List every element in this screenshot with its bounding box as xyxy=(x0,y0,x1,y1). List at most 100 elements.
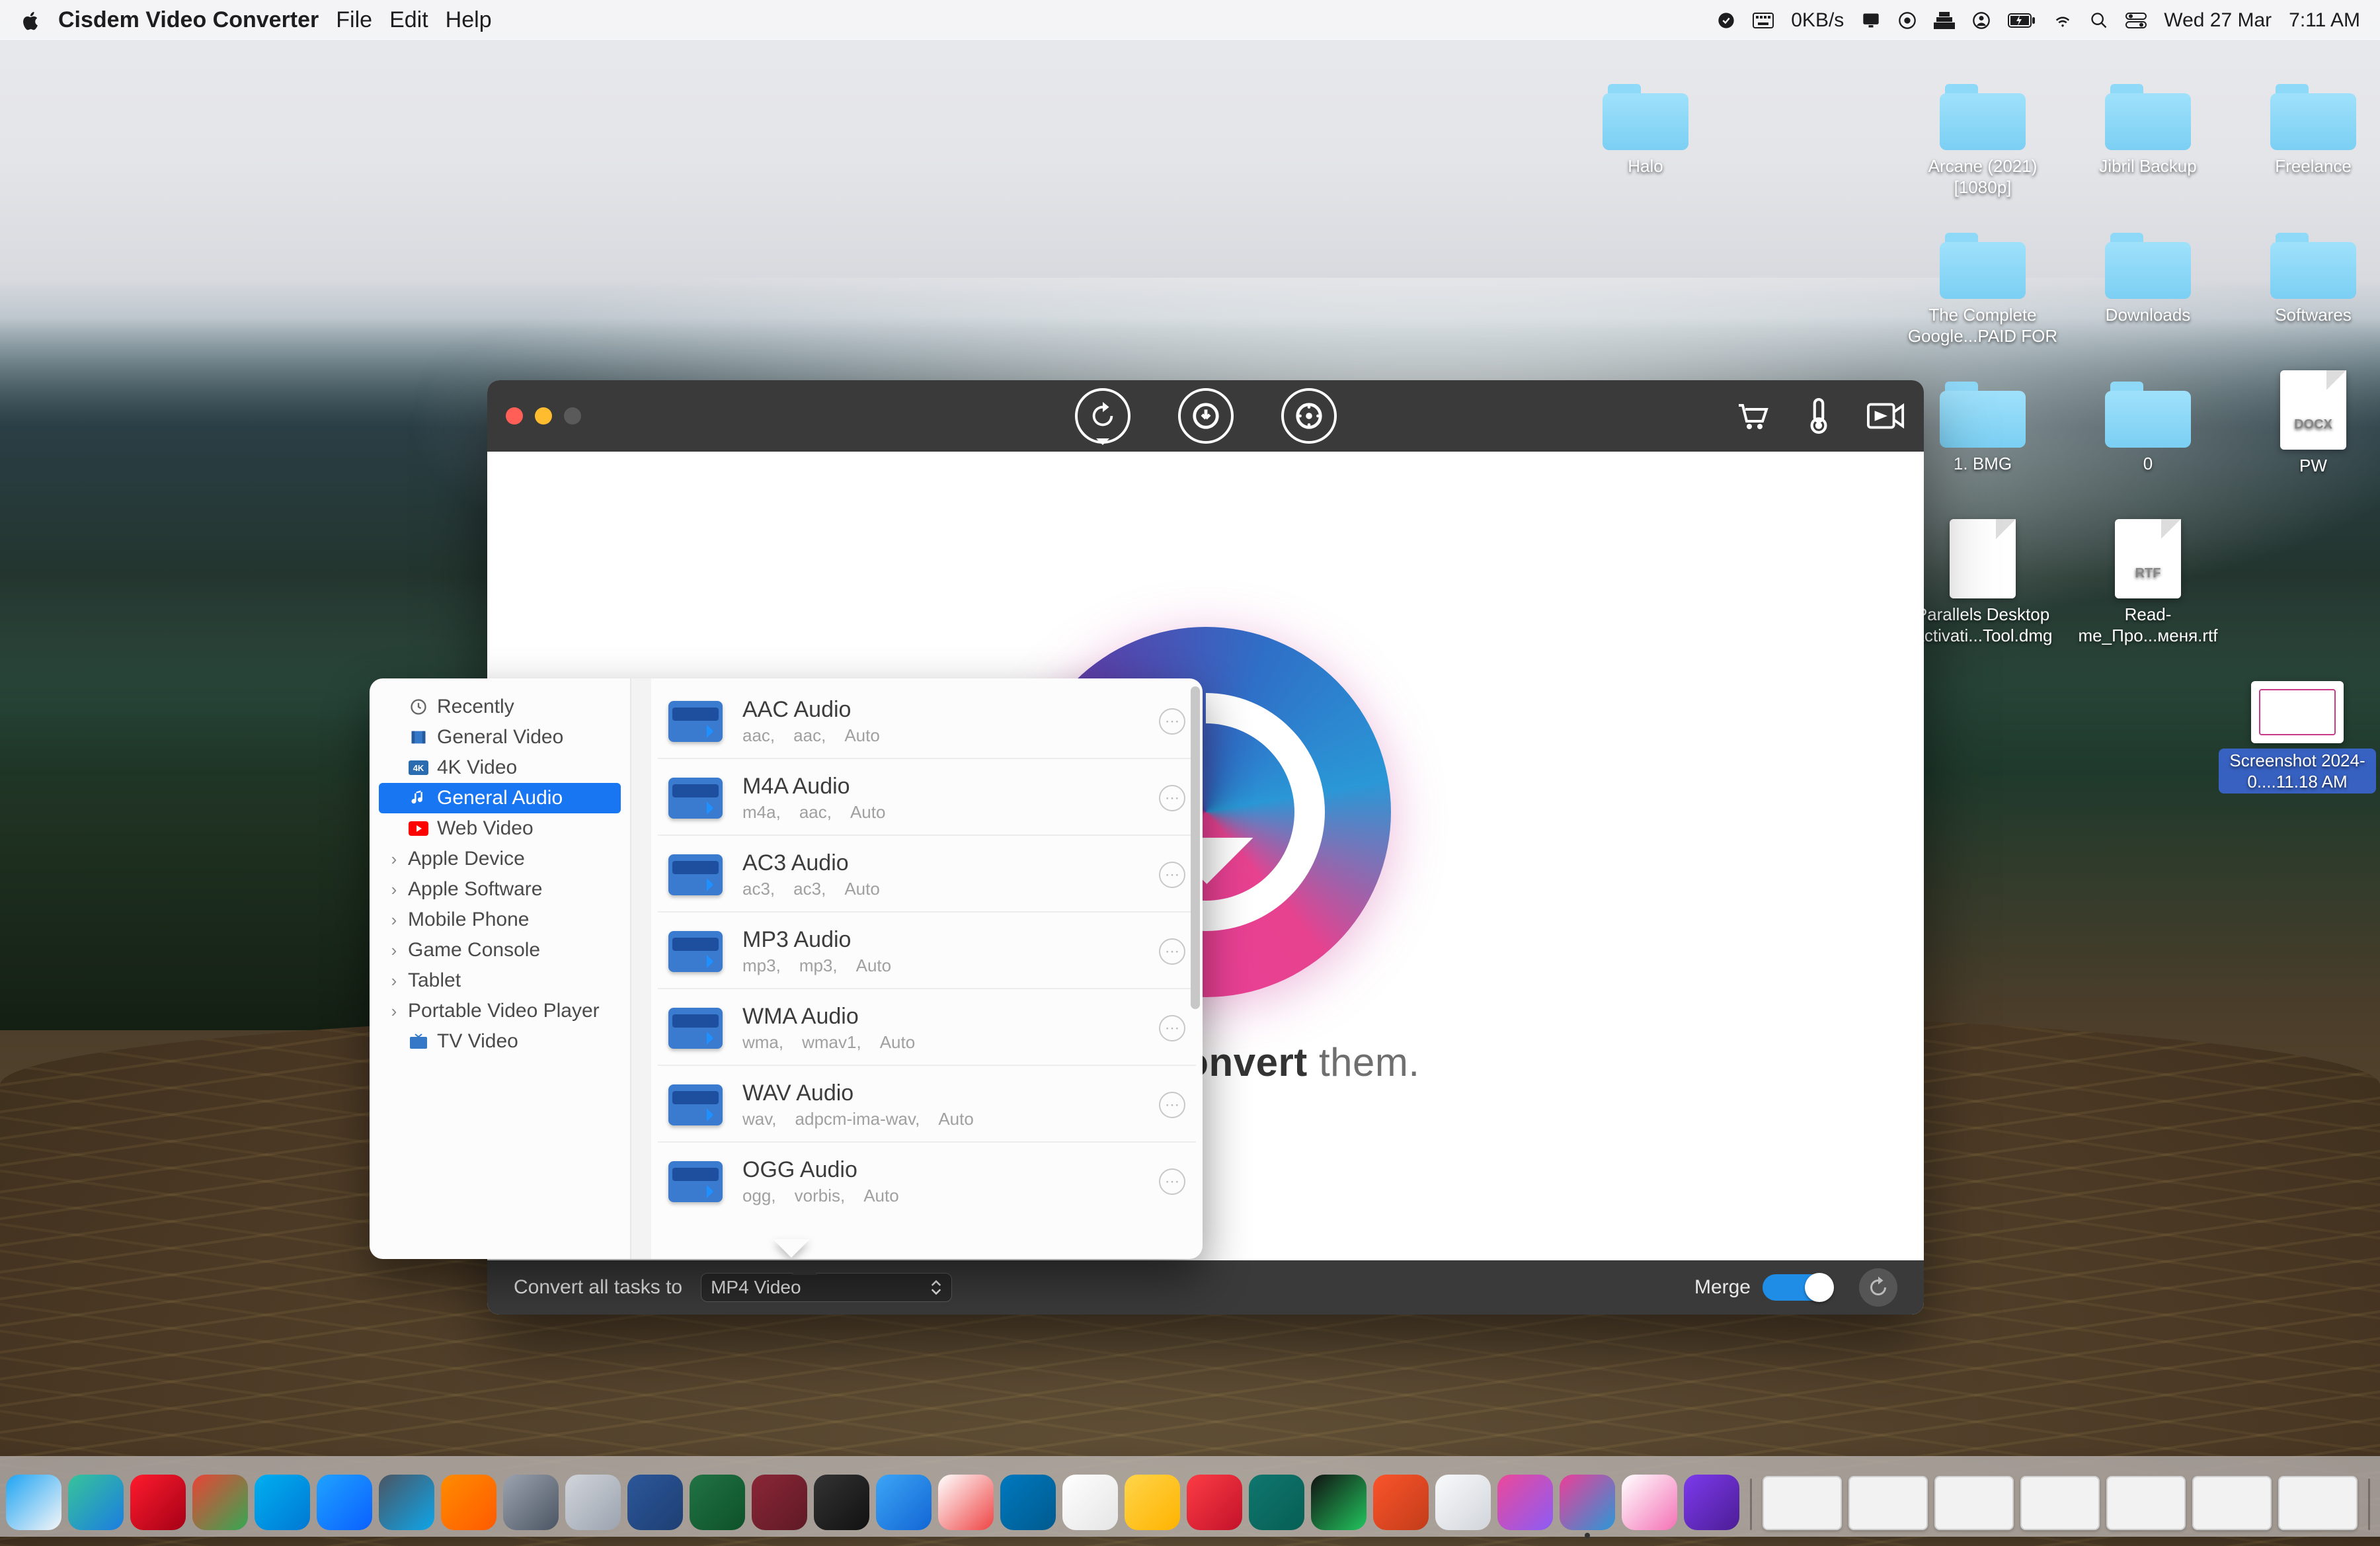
menubar-user-icon[interactable] xyxy=(1972,11,1991,30)
menubar-storage-icon[interactable] xyxy=(1934,12,1955,29)
menubar-keyboard-icon[interactable] xyxy=(1753,13,1774,28)
menu-file[interactable]: File xyxy=(336,7,372,33)
format-item[interactable]: M4A Audiom4a,aac,Auto⋯ xyxy=(658,759,1196,836)
dock-app-skype[interactable] xyxy=(255,1475,310,1530)
dock-app-diagnostics[interactable] xyxy=(1435,1475,1491,1530)
dock-app-music[interactable] xyxy=(1187,1475,1242,1530)
menu-edit[interactable]: Edit xyxy=(389,7,428,33)
dock-app-calculator[interactable] xyxy=(814,1475,869,1530)
dock-app-calendar[interactable] xyxy=(938,1475,994,1530)
desktop-item[interactable]: Halo xyxy=(1567,84,1724,177)
apple-logo-icon[interactable] xyxy=(20,9,42,32)
category-item[interactable]: ›Apple Software xyxy=(379,874,621,905)
dock-app-excel[interactable] xyxy=(690,1475,745,1530)
dock-minimized-window[interactable] xyxy=(1934,1476,2014,1530)
desktop-item[interactable]: Downloads xyxy=(2069,233,2227,325)
desktop-item[interactable]: Arcane (2021) [1080p] xyxy=(1904,84,2061,198)
tab-convert[interactable] xyxy=(1075,388,1130,444)
menubar-control-center-icon[interactable] xyxy=(2125,13,2147,28)
dock-minimized-window[interactable] xyxy=(1763,1476,1842,1530)
category-item[interactable]: ›Mobile Phone xyxy=(379,905,621,935)
category-item[interactable]: ›Game Console xyxy=(379,935,621,965)
dock-app-trello[interactable] xyxy=(1000,1475,1056,1530)
dock-minimized-window[interactable] xyxy=(1848,1476,1928,1530)
category-item[interactable]: TV Video xyxy=(379,1026,621,1057)
dock-app-bing[interactable] xyxy=(1249,1475,1304,1530)
category-item[interactable]: Recently xyxy=(379,692,621,722)
menubar-netspeed[interactable]: 0KB/s xyxy=(1791,9,1844,32)
menubar-search-icon[interactable] xyxy=(2090,11,2108,30)
desktop-item[interactable]: 0 xyxy=(2069,382,2227,474)
dock-app-brave[interactable] xyxy=(1373,1475,1429,1530)
menubar-display-icon[interactable] xyxy=(1861,11,1881,30)
dock-app-edge[interactable] xyxy=(68,1475,124,1530)
menubar-check-icon[interactable] xyxy=(1717,11,1735,30)
format-select[interactable]: MP4 Video xyxy=(701,1273,952,1302)
format-more-button[interactable]: ⋯ xyxy=(1159,862,1185,888)
menubar-date[interactable]: Wed 27 Mar xyxy=(2164,9,2272,32)
desktop-item[interactable]: RTFRead-me_Про...меня.rtf xyxy=(2069,519,2227,646)
window-minimize-button[interactable] xyxy=(535,407,552,425)
format-item[interactable]: MP3 Audiomp3,mp3,Auto⋯ xyxy=(658,913,1196,989)
dock-app-settings[interactable] xyxy=(503,1475,559,1530)
app-name[interactable]: Cisdem Video Converter xyxy=(58,7,319,33)
dock-app-cisdem[interactable] xyxy=(1560,1475,1615,1530)
start-convert-button[interactable] xyxy=(1859,1268,1897,1307)
dock-app-appstore[interactable] xyxy=(317,1475,372,1530)
format-more-button[interactable]: ⋯ xyxy=(1159,785,1185,811)
format-more-button[interactable]: ⋯ xyxy=(1159,1015,1185,1041)
desktop-item[interactable]: DOCXPW xyxy=(2235,370,2380,476)
desktop-item[interactable]: Parallels Desktop Activati...Tool.dmg xyxy=(1904,519,2061,646)
dock-app-safari[interactable] xyxy=(6,1475,61,1530)
dock-minimized-window[interactable] xyxy=(2192,1476,2272,1530)
dock-app-activity[interactable] xyxy=(1311,1475,1367,1530)
menubar-time[interactable]: 7:11 AM xyxy=(2289,9,2360,32)
menubar-wifi-icon[interactable] xyxy=(2053,13,2073,28)
category-item[interactable]: ›Tablet xyxy=(379,965,621,996)
desktop-item[interactable]: The Complete Google...PAID FOR xyxy=(1904,233,2061,346)
tab-download[interactable] xyxy=(1178,388,1234,444)
format-item[interactable]: AC3 Audioac3,ac3,Auto⋯ xyxy=(658,836,1196,913)
category-item[interactable]: ›Apple Device xyxy=(379,844,621,874)
dock-minimized-window[interactable] xyxy=(2020,1476,2100,1530)
category-item[interactable]: General Video xyxy=(379,722,621,753)
cart-icon[interactable] xyxy=(1733,400,1770,432)
merge-toggle[interactable] xyxy=(1763,1274,1833,1301)
desktop-item[interactable]: Softwares xyxy=(2235,233,2380,325)
category-item[interactable]: Web Video xyxy=(379,813,621,844)
format-more-button[interactable]: ⋯ xyxy=(1159,708,1185,735)
dock-minimized-window[interactable] xyxy=(2278,1476,2358,1530)
dock-app-reminders[interactable] xyxy=(1062,1475,1118,1530)
thermometer-icon[interactable] xyxy=(1809,398,1829,434)
desktop-item[interactable]: 1. BMG xyxy=(1904,382,2061,474)
format-scrollbar[interactable] xyxy=(1191,686,1200,1009)
dock-app-opera[interactable] xyxy=(130,1475,186,1530)
desktop-item[interactable]: Screenshot 2024-0....11.18 AM xyxy=(2219,681,2376,793)
format-more-button[interactable]: ⋯ xyxy=(1159,1168,1185,1195)
dock-app-shortcuts[interactable] xyxy=(1497,1475,1553,1530)
edit-video-icon[interactable] xyxy=(1867,400,1905,432)
tab-rip[interactable] xyxy=(1281,388,1337,444)
window-close-button[interactable] xyxy=(506,407,523,425)
desktop-item[interactable]: Jibril Backup xyxy=(2069,84,2227,177)
category-item[interactable]: General Audio xyxy=(379,783,621,813)
dock-app-quicktime[interactable] xyxy=(379,1475,434,1530)
format-item[interactable]: OGG Audioogg,vorbis,Auto⋯ xyxy=(658,1143,1196,1218)
format-list[interactable]: AAC Audioaac,aac,Auto⋯M4A Audiom4a,aac,A… xyxy=(651,678,1203,1259)
menubar-record-icon[interactable] xyxy=(1898,11,1917,30)
category-item[interactable]: ›Portable Video Player xyxy=(379,996,621,1026)
window-titlebar[interactable] xyxy=(487,380,1924,452)
dock-app-chrome[interactable] xyxy=(192,1475,248,1530)
menubar-battery-icon[interactable] xyxy=(2008,13,2036,28)
desktop-item[interactable]: Freelance xyxy=(2235,84,2380,177)
dock-app-photos[interactable] xyxy=(1622,1475,1677,1530)
dock-app-vlc[interactable] xyxy=(441,1475,496,1530)
dock-minimized-window[interactable] xyxy=(2106,1476,2186,1530)
format-more-button[interactable]: ⋯ xyxy=(1159,1092,1185,1118)
format-item[interactable]: WMA Audiowma,wmav1,Auto⋯ xyxy=(658,989,1196,1066)
dock-app-dictionary[interactable] xyxy=(752,1475,807,1530)
dock-app-launchpad[interactable] xyxy=(565,1475,621,1530)
dock-app-mail[interactable] xyxy=(876,1475,932,1530)
window-zoom-button[interactable] xyxy=(564,407,581,425)
dock-app-filters[interactable] xyxy=(1684,1475,1739,1530)
